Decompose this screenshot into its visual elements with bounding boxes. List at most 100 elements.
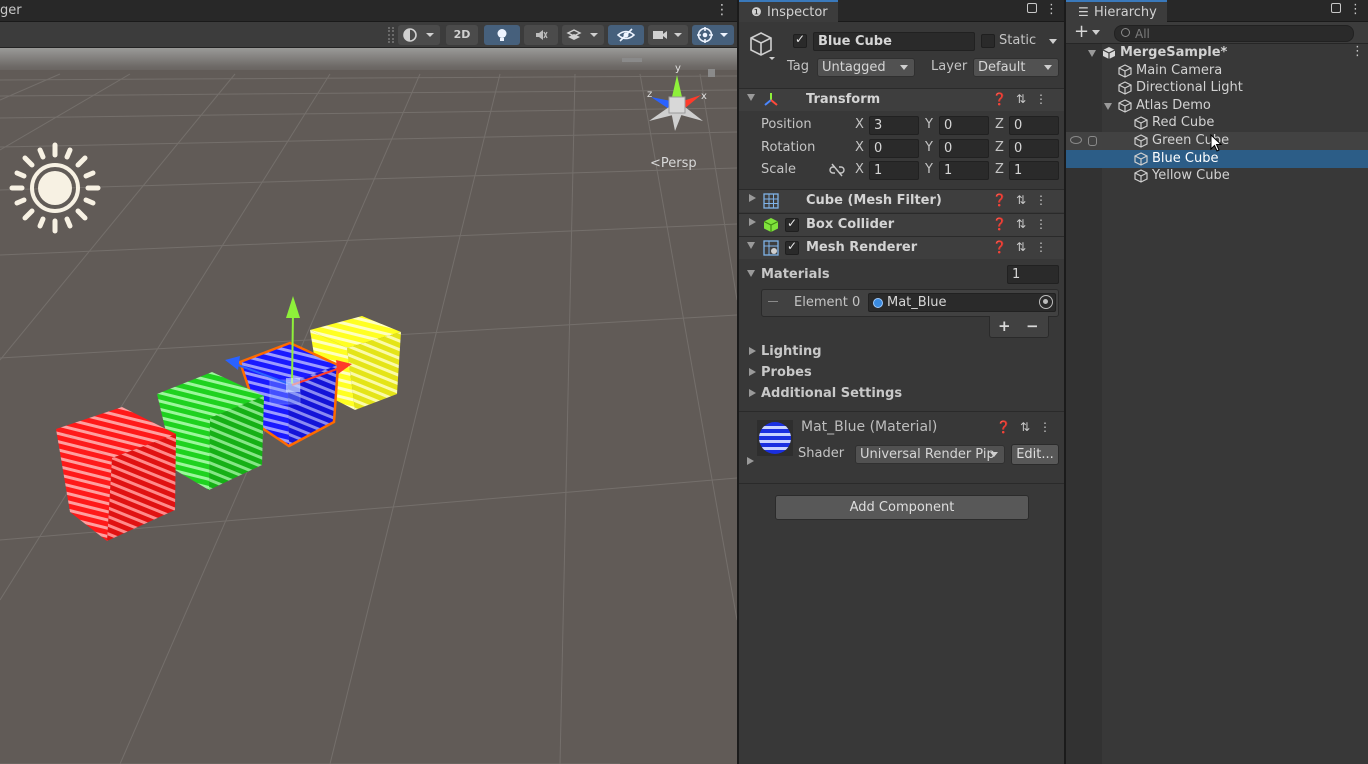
- box-collider-foldout-icon[interactable]: [749, 218, 756, 226]
- mesh-filter-foldout-icon[interactable]: [749, 194, 756, 202]
- kebab-menu-icon[interactable]: ⋮: [1035, 240, 1056, 254]
- gizmo-lock-icon[interactable]: [708, 69, 715, 77]
- position-y-field[interactable]: 0: [939, 116, 989, 135]
- pickability-hand-icon[interactable]: [1088, 136, 1097, 146]
- scale-x-field[interactable]: 1: [869, 161, 919, 180]
- kebab-menu-icon[interactable]: ⋮: [1035, 92, 1056, 106]
- shader-dropdown[interactable]: Universal Render Pip: [855, 445, 1005, 464]
- help-icon[interactable]: ❓: [992, 217, 1016, 231]
- scale-link-icon[interactable]: [829, 163, 845, 177]
- lock-icon[interactable]: [1027, 3, 1037, 13]
- edit-shader-button[interactable]: Edit...: [1011, 444, 1059, 465]
- effects-dropdown-button[interactable]: [562, 25, 604, 45]
- hierarchy-scene-row[interactable]: MergeSample* ⋮: [1066, 44, 1368, 62]
- lighting-label[interactable]: Lighting: [761, 344, 822, 359]
- hierarchy-item[interactable]: Atlas Demo: [1066, 97, 1368, 115]
- transform-foldout-icon[interactable]: [747, 94, 755, 101]
- chevron-down-icon[interactable]: [1092, 30, 1100, 35]
- materials-label[interactable]: Materials: [761, 267, 830, 282]
- presets-icon[interactable]: ⇅: [1016, 193, 1035, 207]
- presets-icon[interactable]: ⇅: [1016, 240, 1035, 254]
- kebab-menu-icon[interactable]: ⋮: [715, 2, 729, 18]
- scene-canvas[interactable]: y x z: [0, 48, 737, 764]
- hierarchy-search-input[interactable]: All: [1114, 25, 1354, 42]
- additional-settings-foldout-icon[interactable]: [749, 389, 756, 397]
- material-foldout-icon[interactable]: [747, 457, 754, 465]
- kebab-menu-icon[interactable]: ⋮: [1045, 2, 1058, 17]
- presets-icon[interactable]: ⇅: [1016, 92, 1035, 106]
- lighting-foldout-icon[interactable]: [749, 347, 756, 355]
- active-checkbox[interactable]: [793, 32, 807, 48]
- mesh-filter-header[interactable]: Cube (Mesh Filter) ❓⇅⋮: [739, 189, 1064, 212]
- scene-visibility-button[interactable]: [608, 25, 644, 45]
- kebab-menu-icon[interactable]: ⋮: [1039, 420, 1060, 434]
- tag-dropdown[interactable]: Untagged: [817, 58, 915, 77]
- material-preview-sphere-icon[interactable]: [757, 420, 793, 456]
- box-collider-header[interactable]: Box Collider ❓⇅⋮: [739, 213, 1064, 236]
- rotation-x-field[interactable]: 0: [869, 139, 919, 158]
- scene-tab-title[interactable]: ger: [0, 3, 22, 18]
- kebab-menu-icon[interactable]: ⋮: [1351, 44, 1364, 59]
- rotation-y-field[interactable]: 0: [939, 139, 989, 158]
- persp-toggle[interactable]: <Persp: [650, 156, 697, 171]
- probes-foldout-icon[interactable]: [749, 368, 756, 376]
- probes-label[interactable]: Probes: [761, 365, 812, 380]
- kebab-menu-icon[interactable]: ⋮: [1349, 2, 1362, 17]
- mesh-renderer-header[interactable]: Mesh Renderer ❓⇅⋮: [739, 236, 1064, 259]
- inspector-tab[interactable]: ❶ Inspector: [739, 0, 838, 22]
- object-picker-icon[interactable]: [1039, 295, 1053, 309]
- audio-toggle-button[interactable]: [524, 25, 558, 45]
- materials-count-field[interactable]: 1: [1007, 265, 1059, 284]
- add-element-button[interactable]: +: [998, 317, 1011, 335]
- layer-dropdown[interactable]: Default: [973, 58, 1059, 77]
- scale-y-field[interactable]: 1: [939, 161, 989, 180]
- add-component-button[interactable]: Add Component: [775, 495, 1029, 520]
- presets-icon[interactable]: ⇅: [1020, 420, 1039, 434]
- help-icon[interactable]: ❓: [992, 240, 1016, 254]
- transform-header[interactable]: Transform ❓⇅⋮: [739, 88, 1064, 111]
- scene-viewport[interactable]: y x z: [0, 48, 737, 764]
- box-collider-enabled-checkbox[interactable]: [785, 216, 799, 232]
- overlay-drag-handle[interactable]: [622, 58, 642, 62]
- expand-arrow-icon[interactable]: [1088, 50, 1096, 57]
- presets-icon[interactable]: ⇅: [1016, 217, 1035, 231]
- create-button[interactable]: +: [1074, 22, 1089, 42]
- hierarchy-item[interactable]: Yellow Cube: [1066, 167, 1368, 185]
- scene-view[interactable]: ger ⋮ 2D y x z <Persp: [0, 0, 737, 764]
- object-name-field[interactable]: Blue Cube: [813, 32, 975, 51]
- static-dropdown-arrow[interactable]: [1049, 39, 1057, 44]
- lighting-toggle-button[interactable]: [484, 25, 520, 45]
- materials-foldout-icon[interactable]: [747, 270, 755, 277]
- gameobject-cube-icon[interactable]: [749, 31, 777, 61]
- mesh-renderer-enabled-checkbox[interactable]: [785, 239, 799, 255]
- scale-z-field[interactable]: 1: [1009, 161, 1059, 180]
- static-checkbox[interactable]: [981, 34, 995, 48]
- help-icon[interactable]: ❓: [992, 92, 1016, 106]
- hierarchy-item[interactable]: Main Camera: [1066, 62, 1368, 80]
- remove-element-button[interactable]: −: [1026, 317, 1039, 335]
- help-icon[interactable]: ❓: [992, 193, 1016, 207]
- kebab-menu-icon[interactable]: ⋮: [1035, 193, 1056, 207]
- help-icon[interactable]: ❓: [996, 420, 1020, 434]
- camera-settings-button[interactable]: [648, 25, 688, 45]
- kebab-menu-icon[interactable]: ⋮: [1035, 217, 1056, 231]
- toggle-2d-button[interactable]: 2D: [446, 25, 478, 45]
- shading-mode-button[interactable]: [398, 25, 440, 45]
- additional-settings-label[interactable]: Additional Settings: [761, 386, 902, 401]
- hierarchy-item[interactable]: Red Cube: [1066, 114, 1368, 132]
- rotation-z-field[interactable]: 0: [1009, 139, 1059, 158]
- visibility-eye-icon[interactable]: [1070, 136, 1082, 144]
- element0-object-field[interactable]: Mat_Blue: [868, 293, 1056, 312]
- expand-arrow-icon[interactable]: [1104, 102, 1112, 110]
- gizmos-button[interactable]: [692, 25, 734, 45]
- mesh-renderer-foldout-icon[interactable]: [747, 242, 755, 249]
- lock-icon[interactable]: [1331, 3, 1341, 13]
- hierarchy-tab[interactable]: ☰ Hierarchy: [1066, 0, 1167, 22]
- hierarchy-panel: ☰ Hierarchy ⋮ + All MergeSample* ⋮ Main Cam…: [1064, 0, 1368, 764]
- hierarchy-item[interactable]: Directional Light: [1066, 79, 1368, 97]
- position-x-field[interactable]: 3: [869, 116, 919, 135]
- rotation-label: Rotation: [761, 140, 816, 155]
- position-z-field[interactable]: 0: [1009, 116, 1059, 135]
- hierarchy-item[interactable]: Green Cube: [1066, 132, 1368, 152]
- reorder-handle-icon[interactable]: [768, 301, 778, 302]
